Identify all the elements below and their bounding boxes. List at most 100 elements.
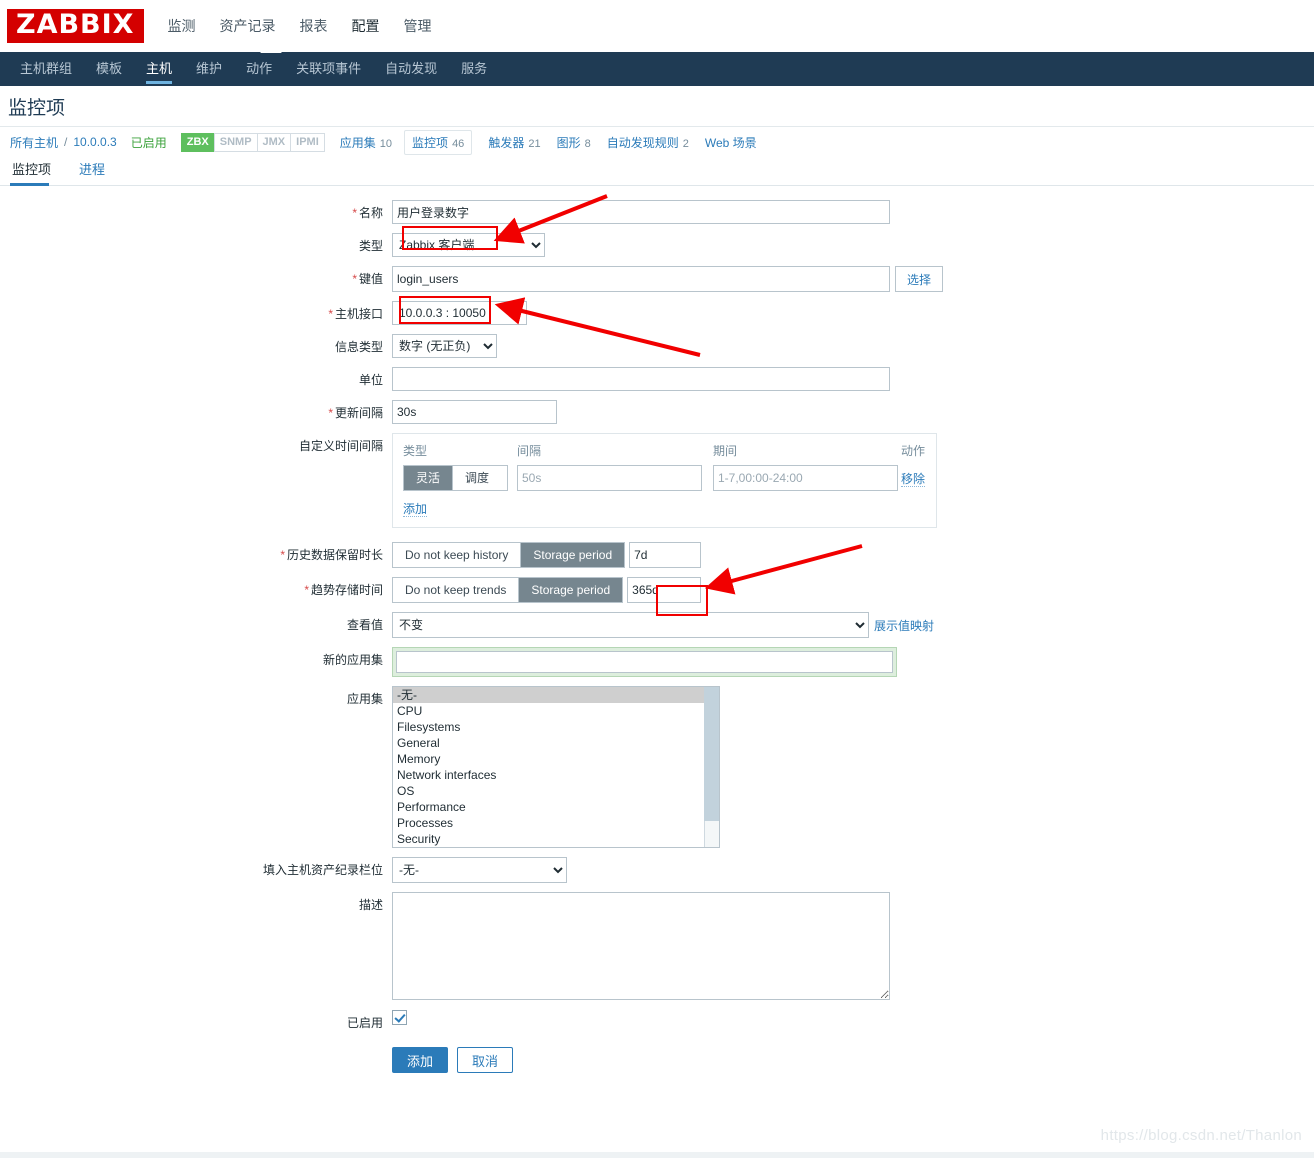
sub-menu-item-correlation[interactable]: 关联项事件 bbox=[284, 52, 373, 86]
description-textarea[interactable] bbox=[392, 892, 890, 1000]
required-marker-name: * bbox=[352, 206, 357, 220]
header-type: 类型 bbox=[403, 444, 428, 458]
custom-interval-remove-link[interactable]: 移除 bbox=[901, 471, 926, 487]
breadcrumb-link-graphs-label: 图形 bbox=[556, 135, 581, 150]
breadcrumb-all-hosts[interactable]: 所有主机 bbox=[10, 134, 58, 151]
trends-mode-toggle[interactable]: Do not keep trends Storage period bbox=[392, 577, 624, 603]
breadcrumb-link-triggers-count: 21 bbox=[528, 137, 541, 150]
main-menu-item-monitoring[interactable]: 监测 bbox=[168, 0, 196, 52]
sub-menu-item-discovery[interactable]: 自动发现 bbox=[373, 52, 449, 86]
interval-type-flexible[interactable]: 灵活 bbox=[404, 466, 454, 490]
breadcrumb-host[interactable]: 10.0.0.3 bbox=[73, 135, 116, 149]
add-button[interactable]: 添加 bbox=[392, 1047, 449, 1073]
label-actions-spacer bbox=[0, 1047, 392, 1051]
interval-type-toggle[interactable]: 灵活 调度 bbox=[403, 465, 508, 491]
sub-menu-item-actions[interactable]: 动作 bbox=[234, 52, 284, 86]
inventory-field-select[interactable]: -无- bbox=[392, 857, 567, 883]
enabled-checkbox[interactable] bbox=[392, 1010, 407, 1025]
application-option-cpu[interactable]: CPU bbox=[393, 703, 719, 719]
application-option-security[interactable]: Security bbox=[393, 831, 719, 847]
breadcrumb-link-web-scenarios-label: Web 场景 bbox=[704, 135, 757, 150]
custom-intervals-row: 灵活 调度 移除 bbox=[403, 465, 926, 491]
applications-scrollbar[interactable] bbox=[704, 687, 719, 847]
label-type: 类型 bbox=[358, 239, 383, 253]
label-update-interval: * 更新间隔 bbox=[328, 406, 383, 420]
applications-scrollbar-thumb[interactable] bbox=[704, 687, 719, 821]
field-row-update-interval: * 更新间隔 bbox=[0, 400, 1314, 424]
history-mode-none[interactable]: Do not keep history bbox=[393, 543, 522, 567]
label-host-interface: * 主机接口 bbox=[328, 307, 383, 321]
form-tabs: 监控项 进程 bbox=[0, 157, 1314, 186]
interval-type-scheduling[interactable]: 调度 bbox=[453, 466, 502, 490]
sub-menu-item-host-groups[interactable]: 主机群组 bbox=[8, 52, 84, 86]
custom-period-input[interactable] bbox=[713, 465, 898, 491]
sub-menu-item-hosts[interactable]: 主机 bbox=[134, 52, 184, 86]
trends-period-input[interactable] bbox=[627, 577, 702, 603]
cancel-button[interactable]: 取消 bbox=[457, 1047, 514, 1073]
field-row-history: * 历史数据保留时长 Do not keep history Storage pe… bbox=[0, 542, 1314, 568]
breadcrumb-link-web-scenarios[interactable]: Web 场景 bbox=[705, 134, 757, 151]
trends-mode-storage-period[interactable]: Storage period bbox=[519, 578, 623, 602]
applications-listbox[interactable]: -无- CPU Filesystems General Memory Netwo… bbox=[392, 686, 720, 848]
breadcrumb-link-triggers[interactable]: 触发器 21 bbox=[488, 134, 540, 151]
header-interval: 间隔 bbox=[517, 444, 542, 458]
breadcrumb-link-discovery-rules-label: 自动发现规则 bbox=[606, 135, 679, 150]
label-applications: 应用集 bbox=[346, 692, 383, 706]
field-row-new-application: 新的应用集 bbox=[0, 647, 1314, 677]
tab-preprocessing[interactable]: 进程 bbox=[77, 159, 117, 185]
key-select-button[interactable]: 选择 bbox=[895, 266, 944, 292]
main-menu-item-administration[interactable]: 管理 bbox=[404, 0, 432, 52]
custom-interval-add-link[interactable]: 添加 bbox=[403, 502, 428, 517]
host-interface-select[interactable]: 10.0.0.3 : 10050 bbox=[392, 301, 527, 325]
item-form: *名称 类型 Zabbix 客户端 *键值 选择 *主机接口 10.0.0.3 … bbox=[0, 186, 1314, 1073]
zabbix-logo[interactable]: ZABBIX bbox=[7, 8, 144, 44]
breadcrumb: 所有主机 / 10.0.0.3 已启用 ZBX SNMP JMX IPMI 应用… bbox=[0, 127, 1314, 157]
value-type-select[interactable]: 数字 (无正负) bbox=[392, 334, 497, 358]
breadcrumb-link-graphs[interactable]: 图形 8 bbox=[557, 134, 591, 151]
application-option-processes[interactable]: Processes bbox=[393, 815, 719, 831]
field-row-trends: * 趋势存储时间 Do not keep trends Storage perio… bbox=[0, 577, 1314, 603]
update-interval-input[interactable] bbox=[392, 400, 557, 424]
name-input[interactable] bbox=[392, 200, 890, 224]
main-menu-item-configuration[interactable]: 配置 bbox=[352, 0, 380, 52]
application-option-filesystems[interactable]: Filesystems bbox=[393, 719, 719, 735]
sub-menu-item-maintenance[interactable]: 维护 bbox=[184, 52, 234, 86]
badge-jmx: JMX bbox=[256, 132, 292, 152]
label-enabled: 已启用 bbox=[346, 1016, 383, 1030]
history-mode-storage-period[interactable]: Storage period bbox=[521, 543, 625, 567]
required-marker-key: * bbox=[352, 272, 357, 286]
new-application-input[interactable] bbox=[396, 651, 893, 673]
application-option-performance[interactable]: Performance bbox=[393, 799, 719, 815]
application-option-network-interfaces[interactable]: Network interfaces bbox=[393, 767, 719, 783]
units-input[interactable] bbox=[392, 367, 890, 391]
field-row-description: 描述 bbox=[0, 892, 1314, 1000]
breadcrumb-link-discovery-rules[interactable]: 自动发现规则 2 bbox=[607, 134, 689, 151]
tab-item[interactable]: 监控项 bbox=[10, 159, 63, 186]
header-action: 动作 bbox=[901, 444, 926, 458]
main-menu-item-reports[interactable]: 报表 bbox=[300, 0, 328, 52]
application-option-general[interactable]: General bbox=[393, 735, 719, 751]
sub-menu-item-services[interactable]: 服务 bbox=[449, 52, 499, 86]
required-marker-update-interval: * bbox=[328, 406, 333, 420]
value-map-select[interactable]: 不变 bbox=[392, 612, 869, 638]
trends-mode-none[interactable]: Do not keep trends bbox=[393, 578, 520, 602]
history-period-input[interactable] bbox=[629, 542, 702, 568]
breadcrumb-link-applications[interactable]: 应用集 10 bbox=[340, 134, 392, 151]
breadcrumb-link-items-label: 监控项 bbox=[412, 135, 449, 150]
show-value-mappings-link[interactable]: 展示值映射 bbox=[874, 617, 934, 634]
type-select[interactable]: Zabbix 客户端 bbox=[392, 233, 545, 257]
sub-menu-item-templates[interactable]: 模板 bbox=[84, 52, 134, 86]
key-input[interactable] bbox=[392, 266, 890, 292]
breadcrumb-link-items[interactable]: 监控项 46 bbox=[404, 129, 473, 155]
custom-interval-input[interactable] bbox=[517, 465, 702, 491]
page-title: 监控项 bbox=[8, 97, 66, 119]
history-mode-toggle[interactable]: Do not keep history Storage period bbox=[392, 542, 626, 568]
application-option-os[interactable]: OS bbox=[393, 783, 719, 799]
application-option-none[interactable]: -无- bbox=[393, 687, 719, 703]
badge-zbx: ZBX bbox=[180, 132, 215, 152]
badge-ipmi: IPMI bbox=[290, 132, 325, 152]
application-option-memory[interactable]: Memory bbox=[393, 751, 719, 767]
label-trends: * 趋势存储时间 bbox=[304, 583, 383, 597]
field-row-actions: 添加 取消 bbox=[0, 1047, 1314, 1073]
header-period: 期间 bbox=[713, 444, 738, 458]
